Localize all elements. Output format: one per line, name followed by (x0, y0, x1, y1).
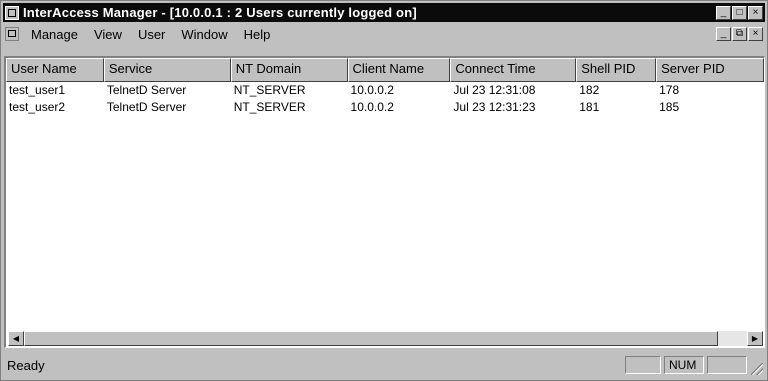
child-window-icon[interactable] (5, 27, 19, 41)
cell-shell-pid: 182 (579, 83, 600, 97)
status-panel-num: NUM (664, 356, 704, 374)
column-shell-pid[interactable]: Shell PID (576, 58, 657, 82)
menu-bar: Manage View User Window Help _ ⧉ × (3, 24, 765, 44)
child-restore-button[interactable]: ⧉ (732, 27, 747, 41)
cell-nt-domain: NT_SERVER (233, 83, 306, 97)
window-controls: _ □ × (716, 5, 763, 20)
app-window: InterAccess Manager - [10.0.0.1 : 2 User… (0, 0, 768, 381)
scroll-right-icon[interactable]: ▶ (747, 331, 763, 346)
child-minimize-button[interactable]: _ (716, 27, 731, 41)
column-user-name[interactable]: User Name (6, 58, 104, 82)
status-bar: Ready NUM (3, 353, 765, 377)
cell-connect-time: Jul 23 12:31:08 (453, 83, 536, 97)
scroll-thumb[interactable] (24, 331, 719, 346)
cell-server-pid: 178 (659, 83, 680, 97)
child-window-controls: _ ⧉ × (716, 27, 763, 41)
status-panel-caps (625, 356, 661, 374)
title-bar[interactable]: InterAccess Manager - [10.0.0.1 : 2 User… (3, 3, 765, 22)
horizontal-scrollbar[interactable]: ◀ ▶ (8, 331, 763, 346)
window-title: InterAccess Manager - [10.0.0.1 : 2 User… (23, 5, 417, 20)
status-panels: NUM (625, 356, 747, 374)
cell-server-pid: 185 (659, 100, 680, 114)
column-service[interactable]: Service (103, 58, 231, 82)
list-header: User Name Service NT Domain Client Name … (6, 58, 764, 82)
column-connect-time[interactable]: Connect Time (450, 58, 577, 82)
resize-grip-icon[interactable] (751, 363, 763, 375)
cell-client-name: 10.0.0.2 (350, 83, 394, 97)
menu-user[interactable]: User (130, 27, 173, 42)
scroll-left-icon[interactable]: ◀ (8, 331, 24, 346)
cell-service: TelnetD Server (106, 100, 187, 114)
cell-user-name: test_user1 (9, 83, 66, 97)
cell-shell-pid: 181 (579, 100, 600, 114)
cell-client-name: 10.0.0.2 (350, 100, 394, 114)
column-server-pid[interactable]: Server PID (656, 58, 764, 82)
minimize-button[interactable]: _ (716, 5, 731, 20)
table-row[interactable]: test_user1 TelnetD Server NT_SERVER 10.0… (6, 82, 764, 99)
menu-window[interactable]: Window (173, 27, 235, 42)
menu-manage[interactable]: Manage (23, 27, 86, 42)
status-panel-scroll (707, 356, 747, 374)
cell-user-name: test_user2 (9, 100, 66, 114)
status-text: Ready (7, 357, 45, 373)
users-list-view[interactable]: User Name Service NT Domain Client Name … (4, 56, 765, 348)
cell-nt-domain: NT_SERVER (233, 100, 306, 114)
menu-view[interactable]: View (86, 27, 130, 42)
close-button[interactable]: × (748, 5, 763, 20)
cell-service: TelnetD Server (106, 83, 187, 97)
column-client-name[interactable]: Client Name (347, 58, 451, 82)
scroll-track[interactable] (24, 331, 747, 346)
maximize-button[interactable]: □ (732, 5, 747, 20)
menu-help[interactable]: Help (236, 27, 279, 42)
child-close-button[interactable]: × (748, 27, 763, 41)
cell-connect-time: Jul 23 12:31:23 (453, 100, 536, 114)
list-rows: test_user1 TelnetD Server NT_SERVER 10.0… (6, 82, 764, 116)
table-row[interactable]: test_user2 TelnetD Server NT_SERVER 10.0… (6, 99, 764, 116)
column-nt-domain[interactable]: NT Domain (230, 58, 348, 82)
app-icon[interactable] (5, 5, 19, 20)
